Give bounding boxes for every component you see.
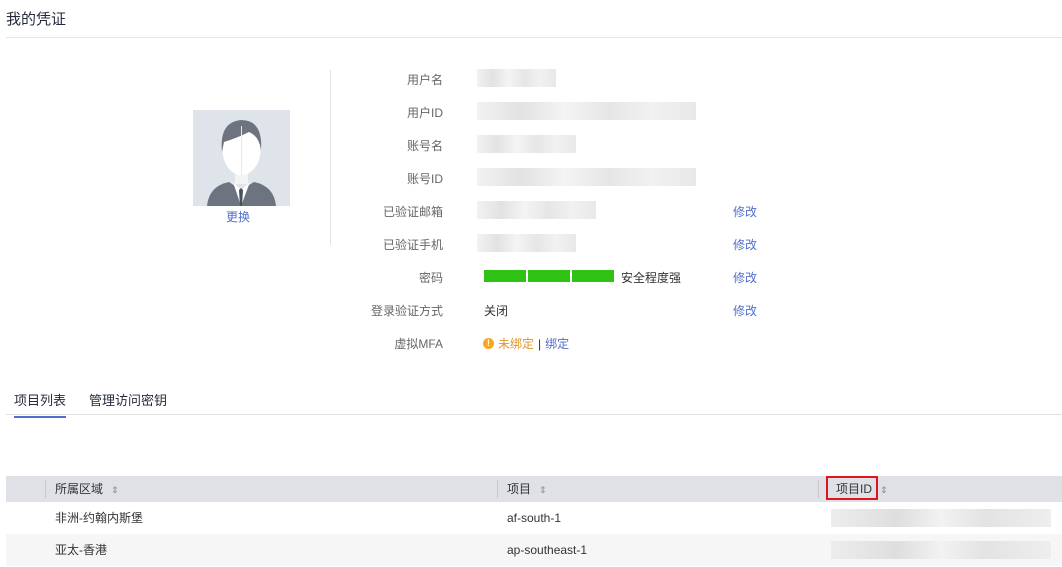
user-avatar-icon [193,110,290,206]
project-cell: ap-southeast-1 [507,543,588,557]
table-row: 非洲-约翰内斯堡 af-south-1 [6,502,1062,534]
mfa-label: 虚拟MFA [394,337,443,351]
column-separator [497,480,498,498]
project-id-redacted [831,541,1051,559]
column-header-project-label: 项目 [507,482,532,496]
mfa-status-group: ! 未绑定 | 绑定 [483,335,569,352]
avatar [193,110,290,206]
account-name-label: 账号名 [406,139,443,153]
change-avatar-link[interactable]: 更换 [226,208,250,225]
account-name-value-redacted [477,135,576,153]
modify-phone-link[interactable]: 修改 [733,236,757,253]
email-value-redacted [477,201,596,219]
tab-access-keys[interactable]: 管理访问密钥 [89,390,167,409]
column-header-project-id[interactable]: 项目ID ⇕ [836,476,888,502]
mfa-separator: | [538,336,542,351]
column-header-region[interactable]: 所属区域 ⇕ [55,476,119,502]
account-id-value-redacted [477,168,696,186]
page-title: 我的凭证 [6,11,67,28]
mfa-bind-link[interactable]: 绑定 [545,335,569,352]
title-divider [6,37,1062,38]
region-cell: 亚太-香港 [55,543,107,557]
table-row: 亚太-香港 ap-southeast-1 [6,534,1062,566]
modify-password-link[interactable]: 修改 [733,269,757,286]
modify-email-link[interactable]: 修改 [733,203,757,220]
login-verify-value: 关闭 [484,304,509,318]
userid-label: 用户ID [406,106,443,120]
column-header-project[interactable]: 项目 ⇕ [507,476,547,502]
phone-label: 已验证手机 [382,238,443,252]
phone-value-redacted [477,234,576,252]
column-separator [45,480,46,498]
warning-icon: ! [483,338,494,349]
password-strength-bar [484,270,614,282]
project-table: 所属区域 ⇕ 项目 ⇕ 项目ID ⇕ 非洲-约翰内斯堡 af-south-1 亚太-香… [6,476,1062,566]
username-value-redacted [477,69,556,87]
strength-segment [528,270,570,282]
modify-login-verify-link[interactable]: 修改 [733,302,757,319]
mfa-status-text: 未绑定 [498,337,535,351]
column-header-project-id-label: 项目ID [836,482,873,496]
email-label: 已验证邮箱 [382,205,443,219]
column-separator [818,480,819,498]
sort-icon[interactable]: ⇕ [539,485,547,495]
project-cell: af-south-1 [507,511,562,525]
account-id-label: 账号ID [406,172,443,186]
column-header-region-label: 所属区域 [55,482,104,496]
tab-project-list[interactable]: 项目列表 [14,390,67,418]
userid-value-redacted [477,102,696,120]
strength-segment [484,270,526,282]
table-header: 所属区域 ⇕ 项目 ⇕ 项目ID ⇕ [6,476,1062,502]
region-cell: 非洲-约翰内斯堡 [55,511,143,525]
password-label: 密码 [418,271,443,285]
sort-icon[interactable]: ⇕ [880,485,888,495]
strength-segment [572,270,614,282]
username-label: 用户名 [406,73,443,87]
password-strength-text: 安全程度强 [621,271,682,285]
sort-icon[interactable]: ⇕ [111,485,119,495]
project-id-redacted [831,509,1051,527]
login-verify-label: 登录验证方式 [370,304,443,318]
tab-bar: 项目列表 管理访问密钥 [6,380,1062,418]
